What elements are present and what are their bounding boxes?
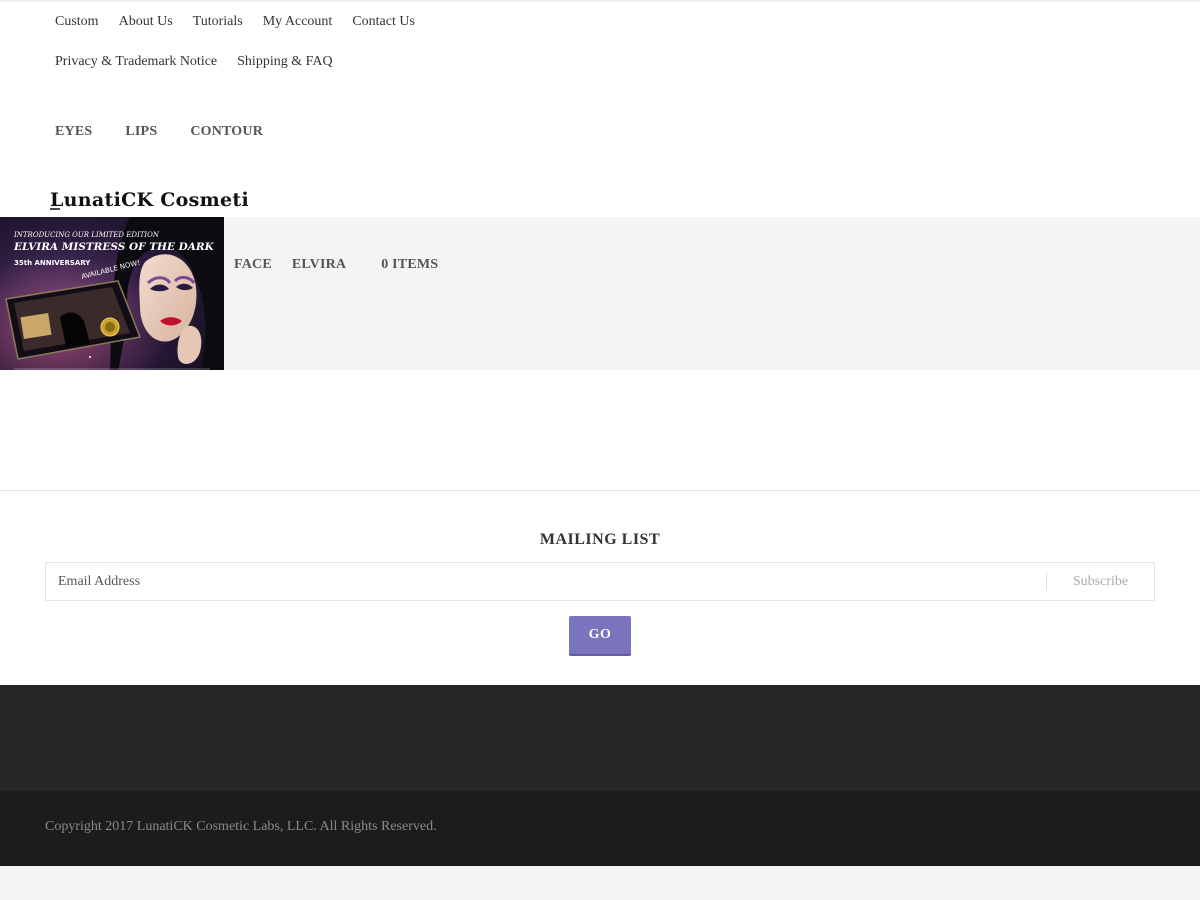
top-links-nav: Custom About Us Tutorials My Account Con… <box>45 2 465 82</box>
category-link-eyes[interactable]: EYES <box>45 124 102 140</box>
footer-lower: Copyright 2017 LunatiCK Cosmetic Labs, L… <box>0 791 1200 866</box>
nav-link-tutorials[interactable]: Tutorials <box>183 12 253 32</box>
logo-wordmark: LunatiCK Cosmetic Labs <box>50 189 318 211</box>
promo-line-3: 35th ANNIVERSARY <box>14 259 91 267</box>
nav-link-my-account[interactable]: My Account <box>253 12 343 32</box>
banner-strip: INTRODUCING OUR LIMITED EDITION ELVIRA M… <box>0 217 1200 372</box>
category-nav: EYES LIPS CONTOUR <box>45 112 286 152</box>
mailing-list-section: MAILING LIST Subscribe GO <box>0 490 1200 685</box>
nav-link-shipping-faq[interactable]: Shipping & FAQ <box>227 52 342 72</box>
category-link-contour[interactable]: CONTOUR <box>180 124 273 140</box>
promo-line-2: ELVIRA MISTRESS OF THE DARK <box>13 241 215 253</box>
content-area <box>0 370 1200 490</box>
subscribe-button[interactable]: Subscribe <box>1046 573 1154 590</box>
banner-nav: FACE ELVIRA 0 ITEMS <box>224 255 448 275</box>
top-links-row-1: Custom About Us Tutorials My Account Con… <box>45 2 465 42</box>
category-link-elvira[interactable]: ELVIRA <box>282 257 356 273</box>
nav-link-contact-us[interactable]: Contact Us <box>342 12 425 32</box>
email-input[interactable] <box>46 563 1046 600</box>
promo-line-1: INTRODUCING OUR LIMITED EDITION <box>13 231 160 239</box>
nav-link-privacy[interactable]: Privacy & Trademark Notice <box>45 52 227 72</box>
go-button[interactable]: GO <box>569 616 631 656</box>
category-link-lips[interactable]: LIPS <box>115 124 167 140</box>
nav-link-custom[interactable]: Custom <box>45 12 109 32</box>
email-field-wrapper: Subscribe <box>45 562 1155 601</box>
category-link-face[interactable]: FACE <box>224 257 282 273</box>
footer-upper <box>0 685 1200 791</box>
promo-banner-image: INTRODUCING OUR LIMITED EDITION ELVIRA M… <box>0 217 224 372</box>
cart-link[interactable]: 0 ITEMS <box>371 257 448 273</box>
logo-text: LunatiCK Cosmetic Labs <box>50 189 248 211</box>
promo-banner[interactable]: INTRODUCING OUR LIMITED EDITION ELVIRA M… <box>0 217 224 372</box>
site-logo[interactable]: LunatiCK Cosmetic Labs <box>48 185 318 213</box>
copyright-text: Copyright 2017 LunatiCK Cosmetic Labs, L… <box>45 819 437 834</box>
nav-link-about-us[interactable]: About Us <box>109 12 183 32</box>
mailing-list-title: MAILING LIST <box>539 531 661 548</box>
top-links-row-2: Privacy & Trademark Notice Shipping & FA… <box>45 42 465 82</box>
